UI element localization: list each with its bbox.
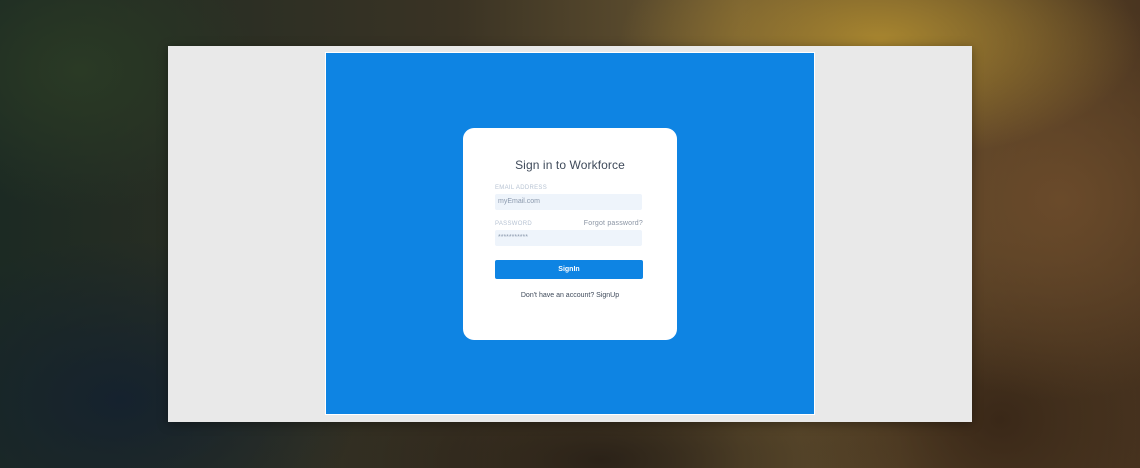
forgot-password-link[interactable]: Forgot password? <box>584 220 643 227</box>
page-title: Sign in to Workforce <box>515 158 625 172</box>
password-field[interactable]: *********** <box>495 230 642 246</box>
email-label: EMAIL ADDRESS <box>495 185 548 191</box>
password-label: PASSWORD <box>495 221 532 227</box>
login-card: Sign in to Workforce EMAIL ADDRESS myEma… <box>463 128 677 340</box>
email-field[interactable]: myEmail.com <box>495 194 642 210</box>
signup-prompt-text: Don't have an account? <box>520 292 597 299</box>
mockup-frame: Sign in to Workforce EMAIL ADDRESS myEma… <box>168 46 972 422</box>
app-screen: Sign in to Workforce EMAIL ADDRESS myEma… <box>325 52 815 415</box>
signup-prompt-line: Don't have an account? SignUp <box>463 292 677 299</box>
signup-link[interactable]: SignUp <box>596 292 619 299</box>
sign-in-button[interactable]: SignIn <box>495 260 643 279</box>
